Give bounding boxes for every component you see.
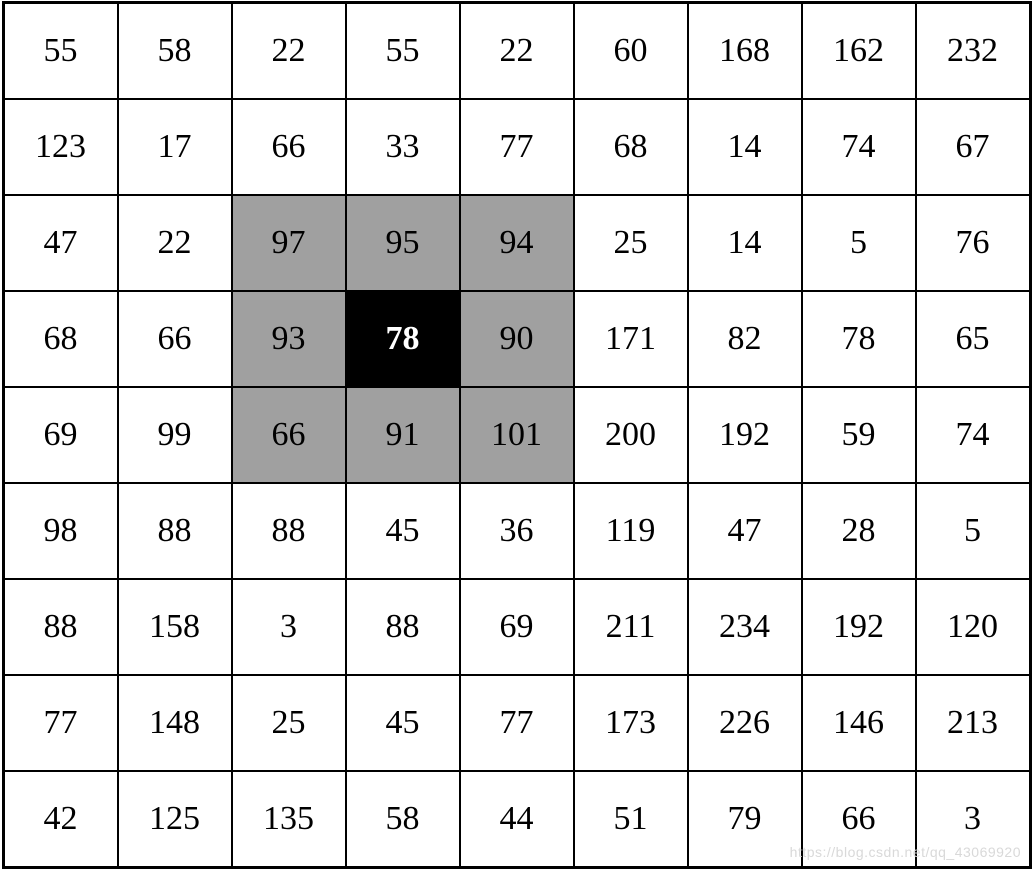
grid-cell: 58 [346,771,460,868]
grid-cell: 77 [3,675,118,771]
grid-row: 77148254577173226146213 [3,675,1030,771]
grid-cell: 51 [574,771,688,868]
grid-cell: 66 [232,99,346,195]
grid-cell: 135 [232,771,346,868]
grid-cell: 88 [346,579,460,675]
grid-cell: 36 [460,483,574,579]
grid-cell: 93 [232,291,346,387]
grid-cell: 55 [346,3,460,100]
grid-cell: 211 [574,579,688,675]
grid-cell: 28 [802,483,916,579]
grid-cell: 17 [118,99,232,195]
grid-cell: 158 [118,579,232,675]
grid-cell: 14 [688,99,802,195]
grid-cell: 173 [574,675,688,771]
grid-cell: 226 [688,675,802,771]
grid-cell: 192 [802,579,916,675]
grid-cell: 77 [460,99,574,195]
grid-cell: 123 [3,99,118,195]
grid-cell: 22 [232,3,346,100]
grid-cell: 47 [688,483,802,579]
grid-cell: 82 [688,291,802,387]
grid-cell: 213 [916,675,1031,771]
grid-cell: 42 [3,771,118,868]
grid-cell: 65 [916,291,1031,387]
grid-cell: 79 [688,771,802,868]
grid-cell: 45 [346,483,460,579]
grid-row: 8815838869211234192120 [3,579,1030,675]
grid-cell: 78 [802,291,916,387]
grid-cell: 90 [460,291,574,387]
grid-cell: 69 [3,387,118,483]
grid-cell: 60 [574,3,688,100]
grid-cell: 77 [460,675,574,771]
grid-row: 988888453611947285 [3,483,1030,579]
grid-cell: 101 [460,387,574,483]
grid-cell: 98 [3,483,118,579]
grid-cell: 125 [118,771,232,868]
grid-cell: 200 [574,387,688,483]
grid-cell: 55 [3,3,118,100]
grid-cell: 171 [574,291,688,387]
grid-cell: 14 [688,195,802,291]
grid-cell: 5 [916,483,1031,579]
grid-cell: 95 [346,195,460,291]
grid-cell: 99 [118,387,232,483]
grid-cell: 22 [460,3,574,100]
grid-cell: 88 [3,579,118,675]
grid-cell: 78 [346,291,460,387]
grid-cell: 74 [916,387,1031,483]
grid-cell: 33 [346,99,460,195]
grid-row: 47229795942514576 [3,195,1030,291]
grid-cell: 22 [118,195,232,291]
grid-cell: 25 [574,195,688,291]
grid-cell: 66 [118,291,232,387]
grid-row: 555822552260168162232 [3,3,1030,100]
pixel-grid: 5558225522601681622321231766337768147467… [2,1,1032,869]
grid-cell: 74 [802,99,916,195]
grid-cell: 68 [574,99,688,195]
grid-cell: 25 [232,675,346,771]
grid-cell: 88 [118,483,232,579]
grid-cell: 119 [574,483,688,579]
grid-cell: 168 [688,3,802,100]
grid-cell: 97 [232,195,346,291]
grid-cell: 69 [460,579,574,675]
grid-cell: 66 [802,771,916,868]
grid-cell: 58 [118,3,232,100]
grid-cell: 192 [688,387,802,483]
grid-cell: 59 [802,387,916,483]
grid-cell: 5 [802,195,916,291]
grid-cell: 67 [916,99,1031,195]
grid-row: 4212513558445179663 [3,771,1030,868]
grid-cell: 3 [232,579,346,675]
grid-cell: 94 [460,195,574,291]
grid-row: 6866937890171827865 [3,291,1030,387]
grid-cell: 91 [346,387,460,483]
grid-cell: 68 [3,291,118,387]
grid-cell: 162 [802,3,916,100]
grid-cell: 66 [232,387,346,483]
grid-body: 5558225522601681622321231766337768147467… [3,3,1030,868]
grid-cell: 76 [916,195,1031,291]
grid-cell: 3 [916,771,1031,868]
grid-cell: 234 [688,579,802,675]
grid-cell: 148 [118,675,232,771]
grid-cell: 47 [3,195,118,291]
grid-row: 699966911012001925974 [3,387,1030,483]
grid-cell: 146 [802,675,916,771]
grid-cell: 232 [916,3,1031,100]
grid-cell: 88 [232,483,346,579]
grid-cell: 120 [916,579,1031,675]
grid-cell: 44 [460,771,574,868]
grid-cell: 45 [346,675,460,771]
grid-row: 1231766337768147467 [3,99,1030,195]
figure-container: 5558225522601681622321231766337768147467… [0,0,1033,870]
